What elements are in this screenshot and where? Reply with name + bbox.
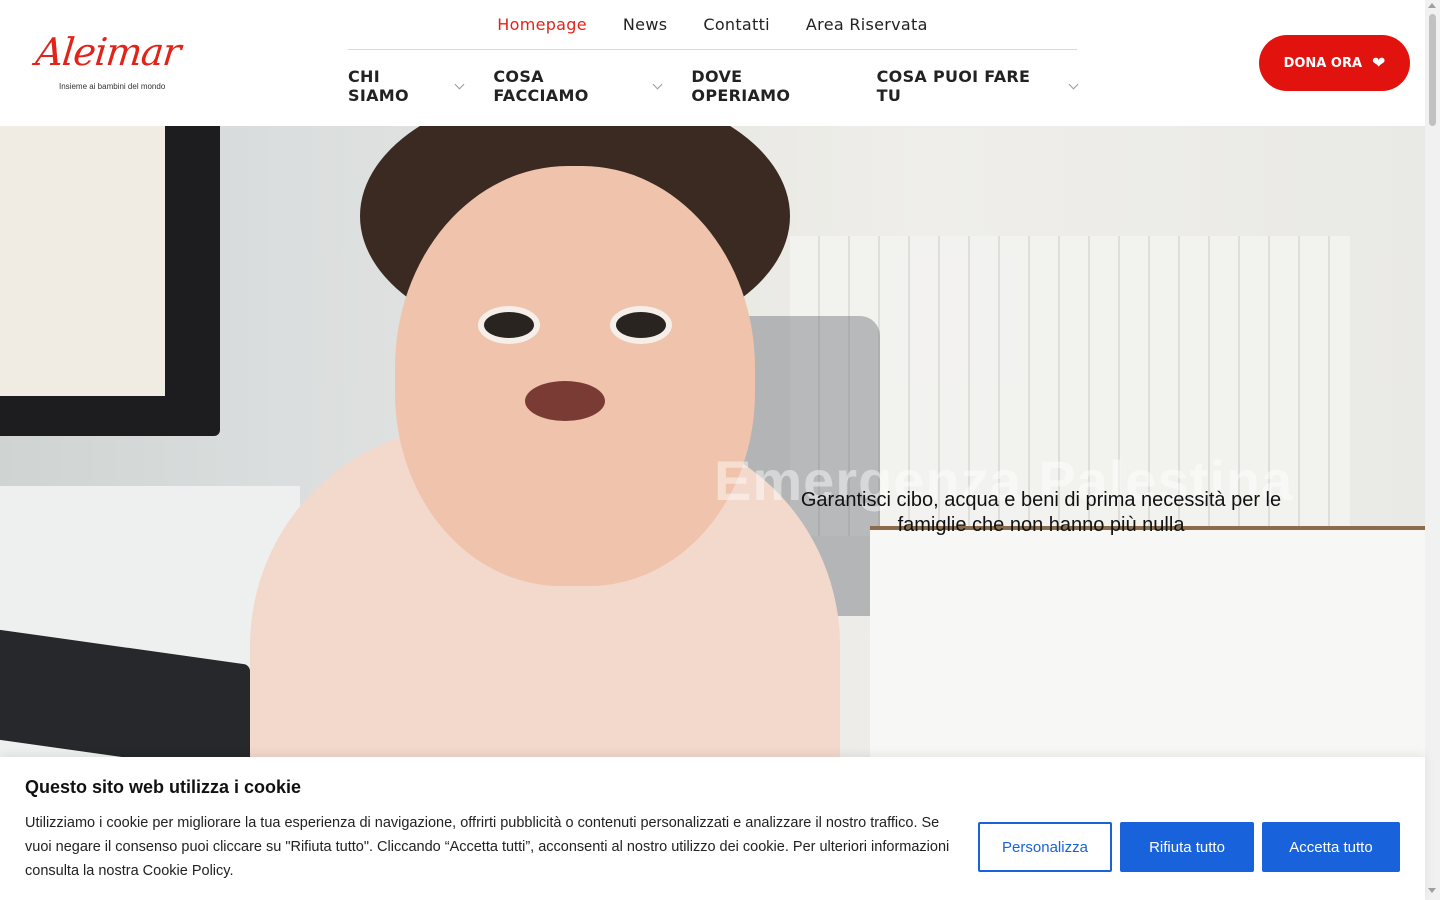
hero-photo-child-eye (610, 306, 672, 344)
top-navigation: Homepage News Contatti Area Riservata (348, 0, 1077, 50)
brand-logo[interactable]: Aleimar Insieme ai bambini del mondo (34, 30, 194, 94)
hero-photo-monitor (0, 126, 220, 436)
cookie-title: Questo sito web utilizza i cookie (25, 777, 302, 797)
menu-item-label: CHI SIAMO (348, 67, 409, 105)
hero-subtitle: Garantisci cibo, acqua e beni di prima n… (790, 488, 1292, 538)
cookie-description: Utilizziamo i cookie per migliorare la t… (25, 815, 950, 879)
hero-photo-child-eye (478, 306, 540, 344)
main-navigation: CHI SIAMO COSA FACCIAMO DOVE OPERIAMO CO… (348, 62, 1079, 110)
scroll-down-icon[interactable] (1428, 888, 1436, 893)
chevron-down-icon (1068, 79, 1079, 89)
logo-wordmark: Aleimar (33, 30, 183, 74)
nav-link-contatti[interactable]: Contatti (703, 15, 770, 34)
nav-link-homepage[interactable]: Homepage (497, 15, 587, 34)
heart-icon: ❤ (1372, 53, 1386, 72)
hero-subtitle-line: famiglie che non hanno più nulla (897, 514, 1185, 536)
menu-item-chi-siamo[interactable]: CHI SIAMO (348, 67, 465, 105)
chevron-down-icon (454, 79, 465, 89)
hero-photo-screen (0, 126, 165, 396)
hero-photo-child-mouth (525, 381, 605, 421)
hero-banner[interactable]: Emergenza Palestina Garantisci cibo, acq… (0, 126, 1425, 766)
reject-all-button[interactable]: Rifiuta tutto (1120, 822, 1254, 872)
menu-item-label: DOVE OPERIAMO (691, 67, 791, 105)
customize-button[interactable]: Personalizza (978, 822, 1112, 872)
nav-link-news[interactable]: News (623, 15, 667, 34)
site-header: Aleimar Insieme ai bambini del mondo Hom… (0, 0, 1425, 126)
hero-photo-table (870, 526, 1425, 766)
menu-item-dove-operiamo[interactable]: DOVE OPERIAMO (691, 67, 846, 105)
donate-button[interactable]: DONA ORA ❤ (1259, 35, 1410, 91)
nav-link-area-riservata[interactable]: Area Riservata (806, 15, 928, 34)
menu-item-cosa-puoi-fare-tu[interactable]: COSA PUOI FARE TU (876, 67, 1079, 105)
scrollbar-thumb[interactable] (1429, 14, 1436, 126)
hero-subtitle-line: Garantisci cibo, acqua e beni di prima n… (800, 489, 1282, 511)
scroll-up-icon[interactable] (1428, 3, 1436, 8)
chevron-down-icon (652, 79, 663, 89)
logo-tagline: Insieme ai bambini del mondo (59, 82, 166, 91)
menu-item-label: COSA FACCIAMO (493, 67, 589, 105)
cookie-banner: Questo sito web utilizza i cookie Utiliz… (0, 757, 1425, 900)
menu-item-label: COSA PUOI FARE TU (876, 67, 1031, 105)
accept-all-button[interactable]: Accetta tutto (1262, 822, 1400, 872)
page-scrollbar[interactable] (1425, 0, 1440, 900)
menu-item-cosa-facciamo[interactable]: COSA FACCIAMO (493, 67, 663, 105)
donate-label: DONA ORA (1283, 55, 1363, 71)
hero-photo-child-face (395, 166, 755, 586)
